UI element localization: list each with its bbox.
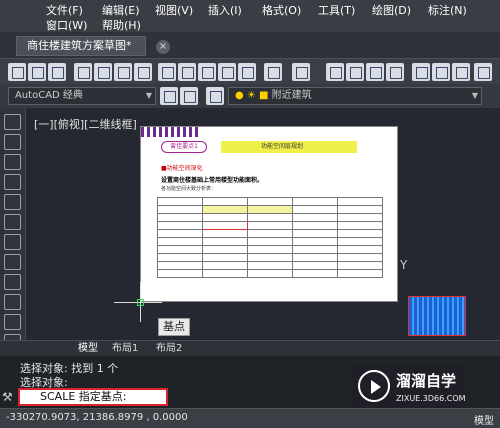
status-bar: -330270.9073, 21386.8979 , 0.0000 模型	[0, 408, 500, 428]
workspace-toolbar: AutoCAD 经典 ▼ ● ☀ ■ 附近建筑 ▼	[0, 84, 500, 108]
paper-badge: 曾佳要点1	[161, 141, 207, 153]
tab-layout1[interactable]: 布局1	[112, 342, 138, 356]
layer-select[interactable]: ● ☀ ■ 附近建筑 ▼	[228, 87, 482, 105]
lightbulb-icon: ● ☀ ■	[235, 90, 272, 101]
design-center-icon[interactable]	[432, 63, 450, 81]
rectangle-icon[interactable]	[4, 194, 21, 210]
paper-line3: 各功能空间大致分析表：	[161, 186, 217, 192]
menu-format[interactable]: 格式(O)	[262, 2, 301, 18]
zoom-previous-icon[interactable]	[386, 63, 404, 81]
menu-edit[interactable]: 编辑(E)	[102, 2, 140, 18]
draw-toolbar	[0, 108, 26, 360]
circle-icon[interactable]	[4, 234, 21, 250]
play-icon	[358, 370, 390, 402]
menu-dimension[interactable]: 标注(N)	[428, 2, 467, 18]
match-properties-icon[interactable]	[218, 63, 236, 81]
layer-value: 附近建筑	[271, 90, 312, 101]
spline-icon[interactable]	[4, 274, 21, 290]
menu-window[interactable]: 窗口(W)	[46, 17, 87, 33]
revision-cloud-icon[interactable]	[4, 254, 21, 270]
model-space-toggle[interactable]: 模型	[474, 412, 494, 427]
copy-icon[interactable]	[178, 63, 196, 81]
chevron-down-icon: ▼	[471, 91, 478, 100]
polygon-icon[interactable]	[4, 174, 21, 190]
menu-draw[interactable]: 绘图(D)	[372, 2, 411, 18]
layout-tabs: 模型 布局1 布局2	[0, 340, 500, 356]
tab-layout2[interactable]: 布局2	[156, 342, 182, 356]
line-icon[interactable]	[4, 114, 21, 130]
workspace-select[interactable]: AutoCAD 经典 ▼	[8, 87, 156, 105]
construction-line-icon[interactable]	[4, 134, 21, 150]
watermark-url: ZIXUE.3D66.COM	[396, 394, 466, 403]
print-preview-icon[interactable]	[94, 63, 112, 81]
watermark-logo: 溜溜自学 ZIXUE.3D66.COM	[352, 364, 466, 412]
layer-manager-icon[interactable]	[206, 87, 224, 105]
publish-icon[interactable]	[114, 63, 132, 81]
base-point-tooltip: 基点	[158, 318, 190, 336]
print-icon[interactable]	[74, 63, 92, 81]
sheet-set-icon[interactable]	[474, 63, 492, 81]
close-icon[interactable]: ×	[156, 40, 170, 54]
customize-icon[interactable]	[180, 87, 198, 105]
paste-icon[interactable]	[198, 63, 216, 81]
document-tab-row: 商住楼建筑方案草图* ×	[0, 32, 500, 58]
zoom-window-icon[interactable]	[366, 63, 384, 81]
block-editor-icon[interactable]	[238, 63, 256, 81]
arc-icon[interactable]	[4, 214, 21, 230]
save-icon[interactable]	[48, 63, 66, 81]
ellipse-icon[interactable]	[4, 294, 21, 310]
menu-help[interactable]: 帮助(H)	[102, 17, 141, 33]
tab-model[interactable]: 模型	[78, 342, 98, 356]
decorative-strip	[141, 127, 201, 137]
standard-toolbar	[0, 58, 500, 84]
pan-icon[interactable]	[326, 63, 344, 81]
inserted-document-image[interactable]: 曾佳要点1 功能空间层规划 ■功能空间深化 设置商住楼基础上常用楼型功能面积。 …	[140, 126, 398, 302]
chevron-down-icon: ▼	[145, 91, 152, 100]
plot-icon[interactable]	[134, 63, 152, 81]
ucs-y-label: Y	[400, 258, 408, 272]
viewport-controls[interactable]: [一][俯视][二维线框]	[34, 116, 137, 132]
tool-palettes-icon[interactable]	[452, 63, 470, 81]
area-table	[157, 197, 383, 278]
workspace-settings-icon[interactable]	[160, 87, 178, 105]
command-input[interactable]: SCALE 指定基点:	[18, 388, 168, 406]
workspace-value: AutoCAD 经典	[15, 90, 83, 101]
selected-building-object[interactable]	[408, 296, 466, 336]
watermark-brand: 溜溜自学	[396, 372, 457, 390]
paper-line2: 设置商住楼基础上常用楼型功能面积。	[161, 177, 264, 184]
menu-file[interactable]: 文件(F)	[46, 2, 83, 18]
command-prompt: SCALE 指定基点:	[40, 390, 127, 403]
paper-line1: ■功能空间深化	[161, 165, 203, 172]
redo-icon[interactable]	[292, 63, 310, 81]
cut-icon[interactable]	[158, 63, 176, 81]
zoom-realtime-icon[interactable]	[346, 63, 364, 81]
polyline-icon[interactable]	[4, 154, 21, 170]
new-file-icon[interactable]	[8, 63, 26, 81]
ellipse-arc-icon[interactable]	[4, 314, 21, 330]
wrench-icon[interactable]: ⚒	[2, 390, 13, 404]
menu-insert[interactable]: 插入(I)	[208, 2, 242, 18]
paper-heading: 功能空间层规划	[221, 141, 357, 153]
menu-bar: 文件(F) 编辑(E) 视图(V) 插入(I) 格式(O) 工具(T) 绘图(D…	[0, 0, 500, 32]
menu-tools[interactable]: 工具(T)	[318, 2, 355, 18]
cursor-coordinates: -330270.9073, 21386.8979 , 0.0000	[6, 412, 188, 423]
open-file-icon[interactable]	[28, 63, 46, 81]
properties-icon[interactable]	[412, 63, 430, 81]
undo-icon[interactable]	[264, 63, 282, 81]
document-tab[interactable]: 商住楼建筑方案草图*	[16, 36, 146, 56]
base-point-grip[interactable]	[137, 299, 144, 306]
menu-view[interactable]: 视图(V)	[155, 2, 193, 18]
